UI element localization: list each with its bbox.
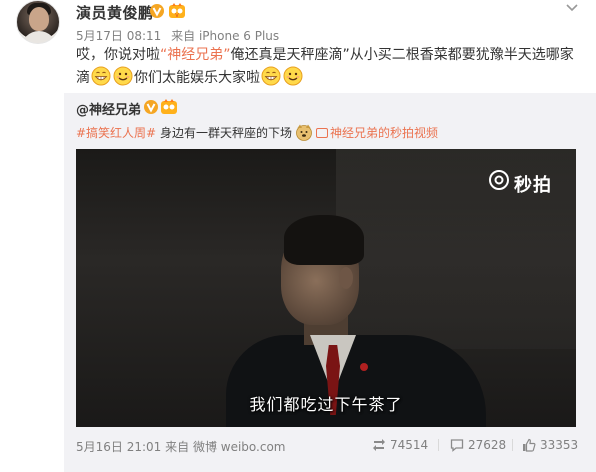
weibo-post: 演员黄俊鹏 V 5月17日 08:11 来自 iPhone 6 Plus 哎，你… [0,0,596,472]
repost-text: #搞笑红人周# 身边有一群天秤座的下场 神经兄弟的秒拍视频 [76,123,438,142]
post-source: 来自 iPhone 6 Plus [171,29,280,43]
post-text: 哎，你说对啦“神经兄弟”俺还真是天秤座滴”从小买二根香菜都要犹豫半天选哪家 滴 … [76,44,586,89]
verified-icon[interactable] [150,4,164,18]
post-text-segment: 哎，你说对啦 [76,47,160,63]
video-watermark: 秒拍 [514,175,552,196]
repost-time-source: 5月16日 21:01 来自 微博 weibo.com [76,438,286,455]
like-count-button[interactable]: 33353 [522,438,578,452]
svg-text:V: V [175,13,179,19]
repost-card: @神经兄弟 #搞笑红人周# 身边有一群天秤座的下场 神经兄弟的秒拍视频 秒拍 我… [64,93,596,472]
like-count: 33353 [540,438,579,452]
post-text-segment: 滴 [76,70,90,86]
repost-username[interactable]: @神经兄弟 [76,99,141,118]
comment-count: 27628 [468,438,507,452]
video-player[interactable]: 秒拍 我们都吃过下午茶了 [76,149,576,427]
comment-count-button[interactable]: 27628 [450,438,506,452]
doge-emoji-icon [296,124,312,141]
smile-emoji-icon [113,66,133,86]
repost-body: 身边有一群天秤座的下场 [159,126,292,140]
comment-icon [450,439,464,452]
repost-time[interactable]: 5月16日 21:01 [76,440,161,454]
video-icon [315,128,328,138]
grin-emoji-icon [261,66,281,86]
repost-count-button[interactable]: 74514 [372,438,428,452]
level-badge-icon[interactable] [160,99,178,115]
repost-icon [373,439,385,451]
miaopai-logo-icon [489,170,509,190]
post-date[interactable]: 5月17日 08:11 [76,29,161,43]
username[interactable]: 演员黄俊鹏 [76,2,154,23]
avatar[interactable] [16,0,60,44]
smile-emoji-icon [283,66,303,86]
thumbs-up-icon [523,438,536,452]
repost-source: 来自 微博 weibo.com [165,440,286,454]
post-text-segment: 俺还真是天秤座滴”从小买二根香菜都要犹豫半天选哪家 [230,47,574,63]
level-badge-icon[interactable]: V [168,3,186,19]
verified-icon[interactable] [144,100,158,114]
video-link[interactable]: 神经兄弟的秒拍视频 [330,126,438,140]
post-meta: 5月17日 08:11 来自 iPhone 6 Plus [76,27,285,44]
topic-link[interactable]: “神经兄弟” [160,47,231,63]
chevron-down-icon[interactable] [564,2,580,14]
repost-footer: 5月16日 21:01 来自 微博 weibo.com 74514 27628 [76,435,584,455]
post-text-segment: 你们太能娱乐大家啦 [134,70,260,86]
grin-emoji-icon [91,66,111,86]
topic-tag[interactable]: #搞笑红人周# [76,126,156,140]
repost-count: 74514 [390,438,429,452]
video-subtitle: 我们都吃过下午茶了 [249,395,403,414]
